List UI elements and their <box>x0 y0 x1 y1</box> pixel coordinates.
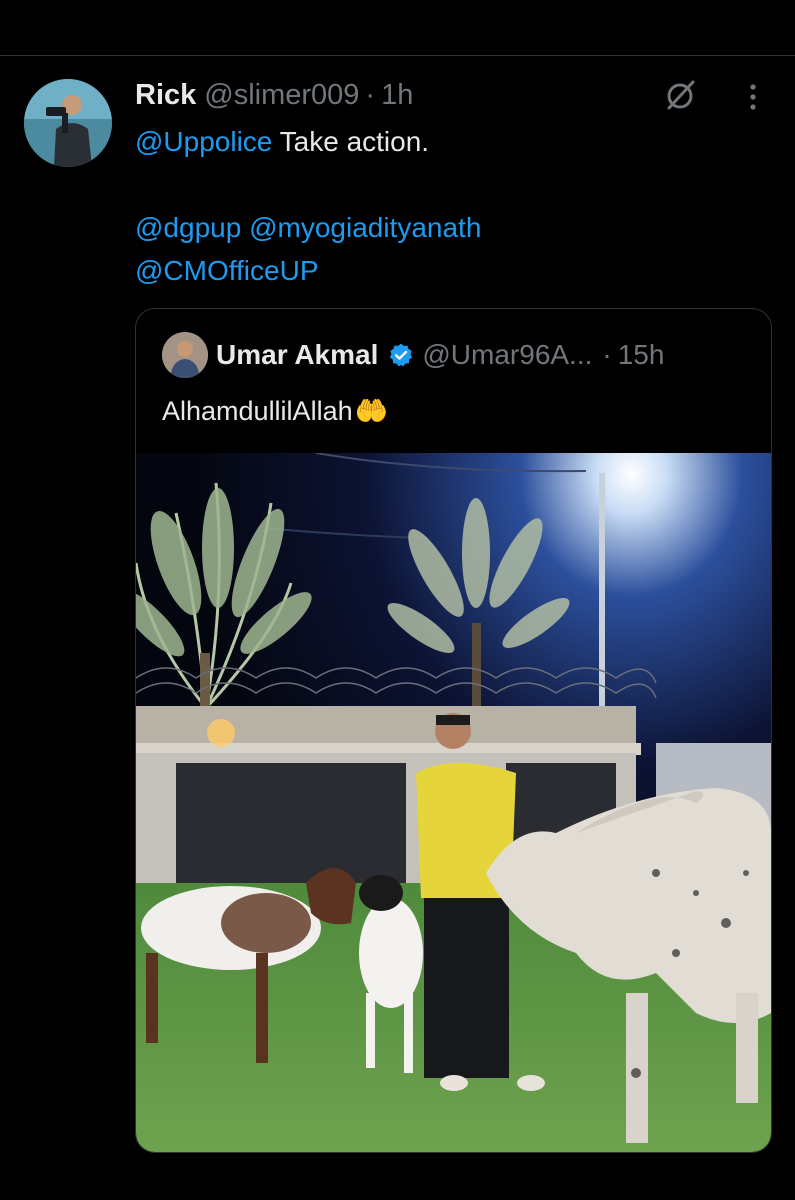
quoted-author-handle[interactable]: @Umar96A... <box>422 339 592 371</box>
author-avatar[interactable] <box>24 79 112 167</box>
quoted-author-name[interactable]: Umar Akmal <box>216 339 378 371</box>
tweet-time[interactable]: 1h <box>381 79 413 112</box>
mention-dgpup[interactable]: @dgpup <box>135 212 241 243</box>
quoted-tweet-body: AlhamdullilAllah <box>162 396 353 426</box>
grok-icon[interactable] <box>663 78 697 112</box>
mention-myogiadityanath[interactable]: @myogiadityanath <box>249 212 481 243</box>
quoted-tweet-photo[interactable] <box>136 453 771 1152</box>
quoted-tweet-card[interactable]: Umar Akmal @Umar96A... · 15h Alhamdullil… <box>135 308 772 1153</box>
separator-dot: · <box>365 78 376 111</box>
author-name[interactable]: Rick <box>135 79 196 112</box>
more-options-icon[interactable] <box>743 80 763 114</box>
praying-hands-emoji: 🤲 <box>354 396 389 426</box>
tweet-header: Rick @slimer009 · 1h <box>135 75 413 115</box>
quoted-tweet-header: Umar Akmal @Umar96A... · 15h <box>216 335 664 375</box>
tweet-text: @Uppolice Take action. @dgpup @myogiadit… <box>135 120 755 292</box>
top-divider <box>0 55 795 56</box>
tweet-body-text: Take action. <box>272 126 430 157</box>
quoted-tweet-time[interactable]: 15h <box>618 339 665 371</box>
author-handle[interactable]: @slimer009 <box>204 79 359 112</box>
mention-uppolice[interactable]: @Uppolice <box>135 126 272 157</box>
quoted-tweet-text: AlhamdullilAllah 🤲 <box>162 393 388 429</box>
quoted-separator-dot: · <box>602 339 612 370</box>
verified-badge-icon <box>390 343 413 367</box>
quoted-author-avatar[interactable] <box>162 332 208 378</box>
mention-cmofficeup[interactable]: @CMOfficeUP <box>135 255 319 286</box>
